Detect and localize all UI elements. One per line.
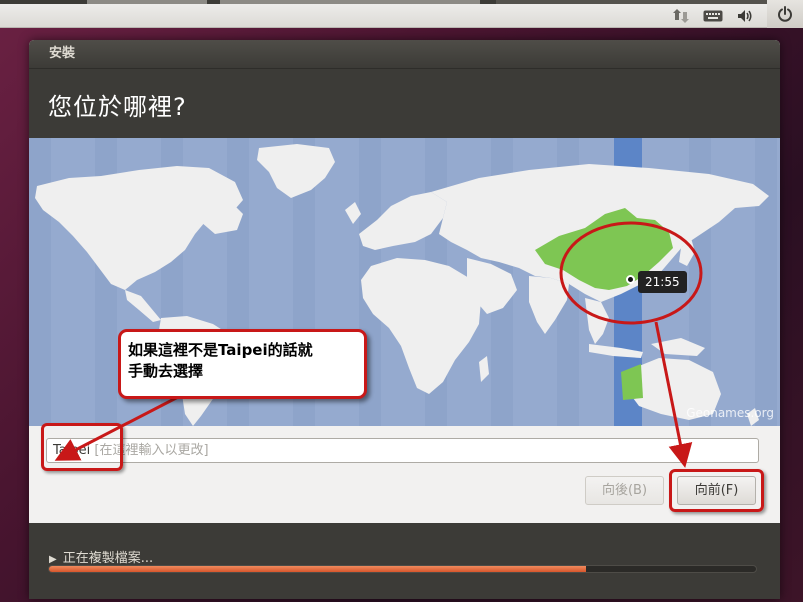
location-input[interactable]: Taipei [在這裡輸入以更改] bbox=[46, 438, 759, 463]
callout-line-2: 手動去選擇 bbox=[128, 362, 204, 380]
installer-window: 安裝 您位於哪裡? 21:55 Geonames.org Taipei [在這裡… bbox=[29, 40, 780, 599]
page-header: 您位於哪裡? bbox=[29, 68, 780, 138]
copy-status[interactable]: ▶ 正在複製檔案... bbox=[49, 547, 153, 566]
progress-fill bbox=[49, 566, 587, 572]
annotation-box-location bbox=[41, 423, 123, 471]
power-icon[interactable] bbox=[767, 0, 803, 28]
volume-icon[interactable] bbox=[733, 4, 757, 28]
keyboard-icon[interactable] bbox=[700, 4, 726, 28]
annotation-box-next bbox=[669, 469, 764, 512]
selected-city-marker[interactable] bbox=[626, 275, 635, 284]
timezone-time-label: 21:55 bbox=[638, 271, 687, 293]
status-text: 正在複製檔案... bbox=[62, 551, 154, 566]
progress-bar bbox=[48, 565, 757, 573]
map-credit: Geonames.org bbox=[686, 406, 774, 420]
network-icon[interactable] bbox=[668, 4, 694, 28]
annotation-callout: 如果這裡不是Taipei的話就 手動去選擇 bbox=[118, 329, 367, 399]
window-title: 安裝 bbox=[29, 40, 780, 68]
install-footer: ▶ 正在複製檔案... bbox=[29, 523, 780, 599]
page-title: 您位於哪裡? bbox=[48, 93, 187, 121]
callout-line-1: 如果這裡不是Taipei的話就 bbox=[128, 341, 313, 359]
back-button[interactable]: 向後(B) bbox=[585, 476, 664, 505]
top-panel bbox=[0, 0, 803, 28]
expand-triangle-icon[interactable]: ▶ bbox=[49, 554, 57, 565]
